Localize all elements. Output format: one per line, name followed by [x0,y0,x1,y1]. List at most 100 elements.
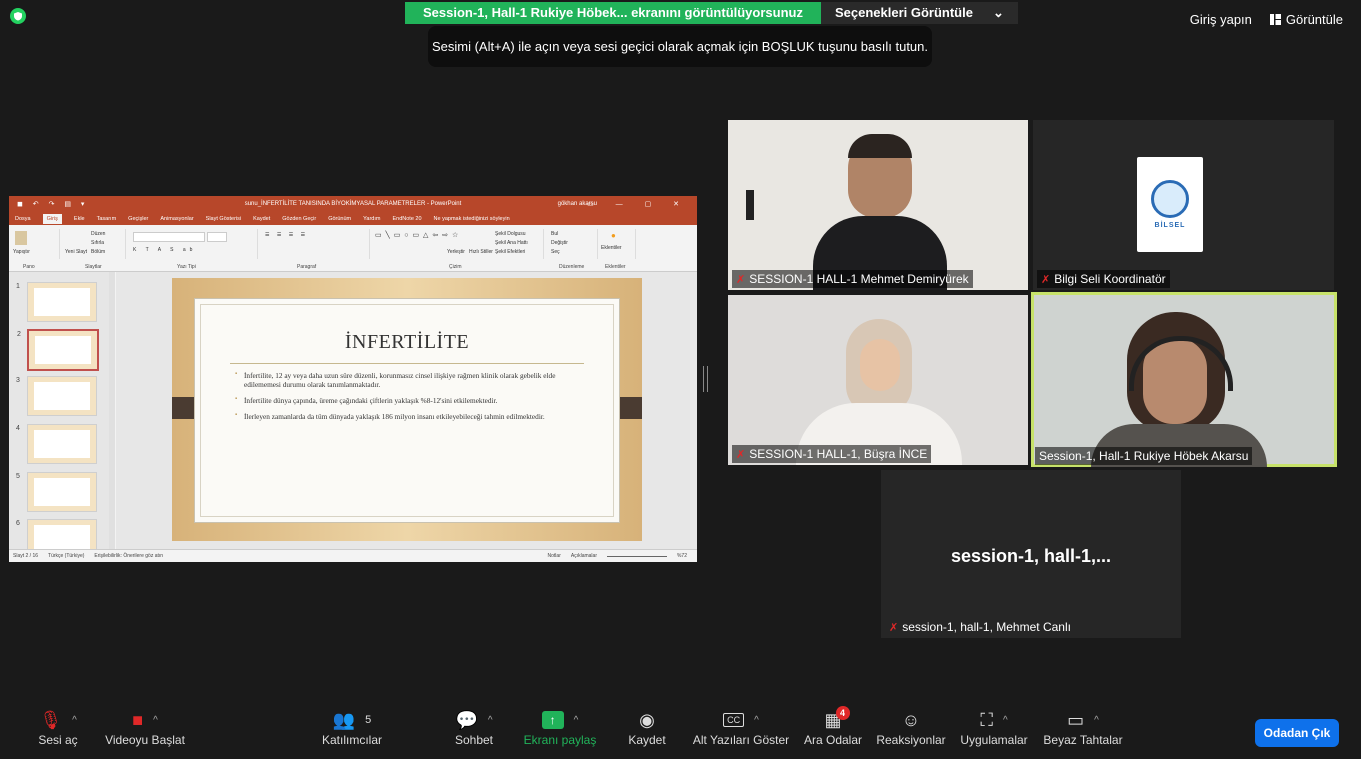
chevron-up-icon[interactable]: ^ [754,715,759,726]
start-video-button[interactable]: ■ ^ Videoyu Başlat [98,707,192,748]
breakout-rooms-label: Ara Odalar [803,733,863,747]
grid-view-icon [1269,14,1281,25]
whiteboard-button[interactable]: ▭ ^ Beyaz Tahtalar [1042,707,1124,748]
comments-button[interactable]: Açıklamalar [571,553,597,559]
slide-number: 1 [16,283,20,290]
slide-thumbnail[interactable]: 4 [16,424,97,464]
tab-animations[interactable]: Animasyonlar [160,216,193,222]
tab-help[interactable]: Yardım [363,216,380,222]
notes-button[interactable]: Notlar [548,553,561,559]
record-button[interactable]: ◉ Kaydet [622,707,672,748]
ribbon-paragraph: ☰ ☰ ☰ ☰ [261,229,370,259]
tab-transitions[interactable]: Geçişler [128,216,148,222]
ppt-title-bar: ◼ ↶ ↷ ▤ ▾ sunu_İNFERTİLİTE TANISINDA BİY… [9,196,697,212]
reactions-button[interactable]: ☺ Reaksiyonlar [876,707,946,748]
participant-label: ✗ SESSION-1 HALL-1 Mehmet Demiryürek [732,270,973,288]
shape-effects-label[interactable]: Şekil Efektleri [495,249,525,255]
record-icon: ◉ [639,709,655,730]
slide-number: 5 [16,473,20,480]
slide-thumbnail[interactable]: 5 [16,472,97,512]
participant-label: ✗ session-1, hall-1, Mehmet Canlı [885,618,1075,636]
slide-title[interactable]: İNFERTİLİTE [195,331,619,354]
chevron-up-icon[interactable]: ^ [72,715,77,726]
chevron-up-icon[interactable]: ^ [153,715,158,726]
video-tile[interactable]: ✗ SESSION-1 HALL-1, Büşra İNCE [728,295,1028,465]
new-slide-label[interactable]: Yeni Slayt [65,249,87,255]
tab-view[interactable]: Görünüm [328,216,351,222]
participant-label: ✗ Bilgi Seli Koordinatör [1037,270,1170,288]
slide-number: 2 [17,331,21,338]
tab-review[interactable]: Gözden Geçir [282,216,316,222]
addins-icon: ● [611,231,616,240]
addins-label[interactable]: Eklentiler [601,245,622,251]
captions-button[interactable]: CC ^ Alt Yazıları Göster [690,707,792,747]
accessibility-status[interactable]: Erişilebilirlik: Önerilere göz atın [94,553,163,559]
login-link[interactable]: Giriş yapın [1190,12,1252,27]
apps-button[interactable]: ⛶ ^ Uygulamalar [958,707,1030,748]
splitter-handle[interactable] [703,366,708,392]
shape-outline-label[interactable]: Şekil Ana Hattı [495,240,528,246]
tab-file[interactable]: Dosya [15,216,31,222]
language-status[interactable]: Türkçe (Türkiye) [48,553,84,559]
tab-insert[interactable]: Ekle [74,216,85,222]
replace-label[interactable]: Değiştir [551,240,568,246]
video-tile[interactable]: session-1, hall-1,... ✗ session-1, hall-1… [881,470,1181,638]
thumbnail-scrollbar[interactable] [109,272,115,550]
section-label[interactable]: Bölüm [91,249,105,255]
quick-styles-label[interactable]: Hızlı Stiller [469,249,493,255]
tab-record[interactable]: Kaydet [253,216,270,222]
find-label[interactable]: Bul [551,231,558,237]
tab-home[interactable]: Giriş [42,213,62,224]
breakout-rooms-button[interactable]: ▦ 4 Ara Odalar [800,705,866,747]
tab-slideshow[interactable]: Slayt Gösterisi [206,216,241,222]
zoom-slider[interactable] [606,555,667,557]
share-screen-icon: ↑ [541,711,564,729]
share-screen-button[interactable]: ↑ ^ Ekranı paylaş [520,707,600,747]
slide-thumbnail[interactable]: 1 [16,282,97,322]
tab-design[interactable]: Tasarım [97,216,117,222]
participant-name: Session-1, Hall-1 Rukiye Höbek Akarsu [1039,449,1249,463]
chevron-up-icon[interactable]: ^ [488,715,493,726]
wall-clock-hand [746,190,754,220]
unmute-button[interactable]: 🎙 ^ Sesi aç [28,707,88,748]
slide-bullets[interactable]: İnfertilite, 12 ay veya daha uzun süre d… [235,371,579,428]
video-tile[interactable]: ✗ SESSION-1 HALL-1 Mehmet Demiryürek [728,120,1028,290]
shape-fill-label[interactable]: Şekil Dolgusu [495,231,526,237]
chevron-up-icon[interactable]: ^ [574,715,579,726]
ppt-ribbon-tabs: Dosya Giriş Ekle Tasarım Geçişler Animas… [9,212,697,225]
group-clipboard-label: Pano [23,264,35,270]
shapes-gallery-icon[interactable]: ▭ ╲ ▭ ○ ▭ △ ⇦ ⇨ ☆ [375,231,459,239]
microphone-muted-icon: 🎙 [39,709,63,730]
leave-room-button[interactable]: Odadan Çık [1255,719,1339,747]
chevron-up-icon[interactable]: ^ [1003,715,1008,726]
paste-label[interactable]: Yapıştır [13,249,30,255]
slide-number: 4 [16,425,20,432]
ribbon-slides: Yeni Slayt Düzen Sıfırla Bölüm [63,229,126,259]
arrange-label[interactable]: Yerleştir [447,249,465,255]
breakout-rooms-icon: ▦ 4 [824,705,850,731]
tell-me-search[interactable]: Ne yapmak istediğinizi söyleyin [434,216,510,222]
layout-label[interactable]: Düzen [91,231,105,237]
camera-off-icon: ■ [132,709,144,730]
participant-name: SESSION-1 HALL-1 Mehmet Demiryürek [749,272,969,286]
shared-screen-powerpoint: ◼ ↶ ↷ ▤ ▾ sunu_İNFERTİLİTE TANISINDA BİY… [9,196,697,562]
captions-icon: CC [723,713,745,727]
active-speaker-tile[interactable]: Session-1, Hall-1 Rukiye Höbek Akarsu [1031,292,1337,467]
participants-button[interactable]: 👥 5 Katılımcılar [312,707,392,748]
view-options-button[interactable]: Seçenekleri Görüntüle ⌄ [820,2,1018,24]
logo-text: BİLSEL [1154,222,1186,229]
slide-counter: Slayt 2 / 16 [13,553,39,559]
tab-endnote[interactable]: EndNote 20 [392,216,421,222]
security-shield-icon[interactable] [10,8,26,24]
zoom-level[interactable]: %72 [677,553,687,559]
chat-button[interactable]: 💬 ^ Sohbet [442,707,506,748]
reset-label[interactable]: Sıfırla [91,240,104,246]
view-button[interactable]: Görüntüle [1269,12,1343,27]
font-name-field[interactable] [133,232,205,242]
chevron-up-icon[interactable]: ^ [1094,715,1099,726]
select-label[interactable]: Seç [551,249,560,255]
slide-thumbnail[interactable]: 3 [16,376,97,416]
slide-thumbnail-selected[interactable]: 2 [17,329,99,371]
font-size-field[interactable] [207,232,227,242]
participant-label: Session-1, Hall-1 Rukiye Höbek Akarsu [1035,447,1253,465]
